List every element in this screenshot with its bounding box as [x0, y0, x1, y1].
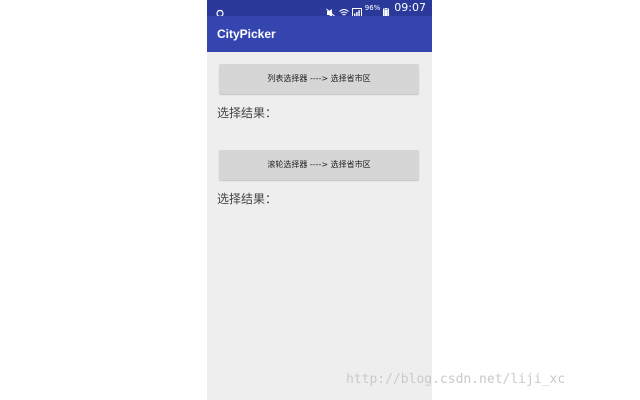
battery-icon	[383, 3, 390, 18]
status-bar: 96% 09:07	[207, 0, 432, 18]
watermark-text: http://blog.csdn.net/liji_xc	[346, 372, 566, 387]
sim-signal-icon	[351, 3, 362, 18]
mute-icon	[325, 3, 336, 18]
status-icons: 96% 09:07	[325, 0, 426, 18]
app-toolbar: CityPicker	[207, 16, 432, 52]
screenshot-canvas: 96% 09:07 CityPicker 列表选择器 ----> 选择省市区 选…	[0, 0, 640, 400]
list-picker-button[interactable]: 列表选择器 ----> 选择省市区	[219, 64, 419, 94]
wheel-result-label: 选择结果：	[217, 192, 278, 206]
wheel-picker-button[interactable]: 滚轮选择器 ----> 选择省市区	[219, 150, 419, 180]
status-clock: 09:07	[394, 1, 426, 14]
wifi-icon	[338, 3, 349, 18]
android-notification-icon	[215, 3, 225, 18]
phone-screen: 96% 09:07 CityPicker 列表选择器 ----> 选择省市区 选…	[207, 0, 432, 400]
app-title: CityPicker	[217, 27, 276, 41]
list-result-label: 选择结果：	[217, 106, 278, 120]
battery-percent: 96%	[364, 4, 381, 12]
